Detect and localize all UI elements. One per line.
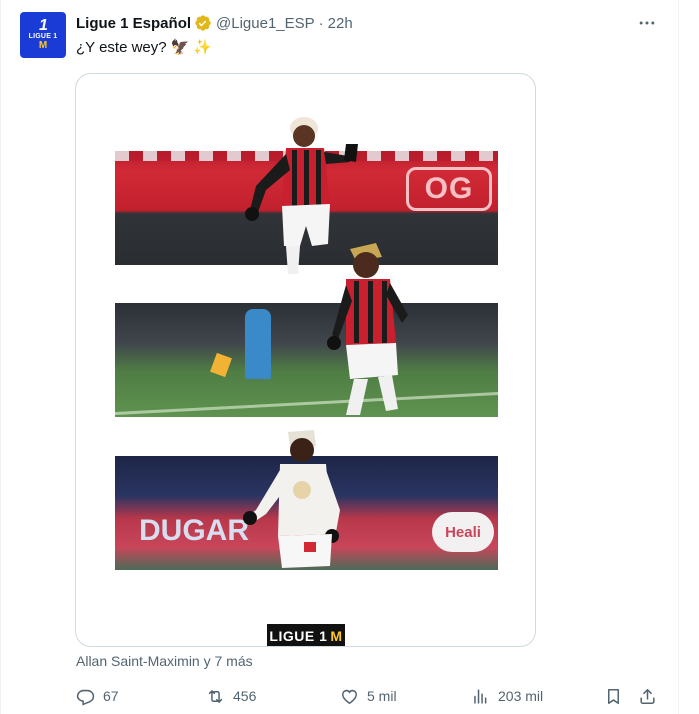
referee-figure: [245, 309, 271, 379]
bookmark-icon: [607, 688, 620, 704]
reply-count: 67: [103, 688, 119, 704]
advertising-board-2: Heali: [432, 512, 494, 552]
share-button[interactable]: [638, 684, 657, 708]
tweet-actions-bar: 67 456 5 mil 203 mil: [76, 684, 660, 708]
heart-icon: [342, 689, 357, 704]
ligue1-watermark: LIGUE 1 M: [267, 624, 345, 646]
media-tags-caption[interactable]: Allan Saint-Maximin y 7 más: [76, 653, 253, 669]
tweet-header: Ligue 1 Español @Ligue1_ESP · 22h: [76, 13, 353, 33]
views-button[interactable]: 203 mil: [471, 684, 543, 708]
more-horizontal-icon: [639, 21, 655, 25]
like-count: 5 mil: [367, 688, 397, 704]
tweet-text: ¿Y este wey? 🦅 ✨: [76, 38, 212, 57]
sparkles-emoji-icon: ✨: [193, 39, 212, 56]
avatar-m-logo: M: [38, 40, 48, 51]
advertising-board: DUGAR: [139, 514, 249, 547]
reply-icon: [76, 689, 95, 706]
separator-dot: ·: [318, 14, 324, 32]
column-border-left: [0, 0, 1, 714]
tweet-timestamp[interactable]: 22h: [328, 15, 353, 32]
linesman-flag: [210, 352, 232, 378]
reply-button[interactable]: 67: [76, 684, 119, 708]
more-options-button[interactable]: [636, 12, 658, 34]
bookmark-button[interactable]: [604, 684, 623, 708]
photo-strip-2: [115, 303, 498, 417]
views-chart-icon: [474, 688, 487, 704]
retweet-button[interactable]: 456: [206, 684, 256, 708]
tweet-page: 1 LIGUE 1 M Ligue 1 Español @Ligue1_ESP …: [0, 0, 699, 714]
verified-badge-icon[interactable]: [194, 14, 212, 32]
tweet-media-image[interactable]: OG DUGAR Heali LIGUE 1 M: [75, 73, 536, 647]
player-figure-3: [243, 430, 340, 568]
tweet-text-content: ¿Y este wey?: [76, 38, 167, 56]
pitch-line: [115, 391, 498, 416]
like-button[interactable]: 5 mil: [340, 684, 397, 708]
player-figure-2: [327, 243, 408, 415]
eagle-emoji-icon: 🦅: [170, 39, 190, 56]
author-display-name[interactable]: Ligue 1 Español: [76, 15, 191, 32]
stadium-sign: OG: [406, 167, 492, 211]
avatar-logo-mark: 1: [39, 17, 48, 34]
retweet-icon: [208, 689, 223, 703]
avatar[interactable]: 1 LIGUE 1 M: [20, 12, 66, 58]
retweet-count: 456: [233, 688, 257, 704]
share-icon: [640, 688, 655, 704]
ligue1-watermark-text: LIGUE 1: [269, 628, 328, 644]
views-count: 203 mil: [498, 688, 544, 704]
column-border-right: [678, 0, 679, 714]
mcdonalds-logo: M: [330, 628, 343, 644]
author-handle[interactable]: @Ligue1_ESP: [216, 15, 315, 32]
